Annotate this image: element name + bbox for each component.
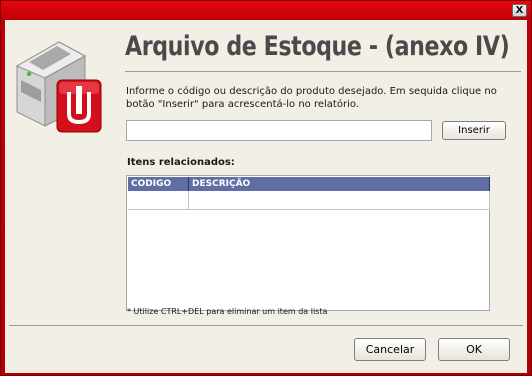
printer-document-icon: [15, 41, 102, 133]
product-search-input[interactable]: [126, 120, 432, 141]
insert-button[interactable]: Inserir: [442, 121, 506, 140]
related-items-label: Itens relacionados:: [127, 157, 235, 168]
table-row[interactable]: [128, 191, 490, 210]
title-divider: [125, 71, 521, 72]
column-header-codigo[interactable]: CODIGO: [128, 177, 189, 191]
instruction-text: Informe o código ou descrição do produto…: [126, 86, 497, 110]
footer-divider: [9, 325, 523, 326]
dialog-window: X Arquivo de Estoque - (anexo IV) Inform…: [0, 0, 532, 376]
close-icon[interactable]: X: [512, 4, 527, 17]
table-header: CODIGO DESCRIÇÃO: [128, 177, 490, 191]
page-title: Arquivo de Estoque - (anexo IV): [125, 31, 510, 62]
cancel-button[interactable]: Cancelar: [354, 338, 426, 361]
column-header-descricao[interactable]: DESCRIÇÃO: [189, 177, 490, 191]
table-cell-descricao[interactable]: [189, 191, 490, 209]
title-bar[interactable]: X: [1, 1, 531, 20]
related-items-table[interactable]: CODIGO DESCRIÇÃO: [126, 175, 490, 311]
table-cell-codigo[interactable]: [128, 191, 189, 209]
ok-button[interactable]: OK: [438, 338, 510, 361]
delete-hint-text: * Utilize CTRL+DEL para eliminar um item…: [127, 307, 328, 316]
dialog-client-area: Arquivo de Estoque - (anexo IV) Informe …: [5, 20, 527, 373]
